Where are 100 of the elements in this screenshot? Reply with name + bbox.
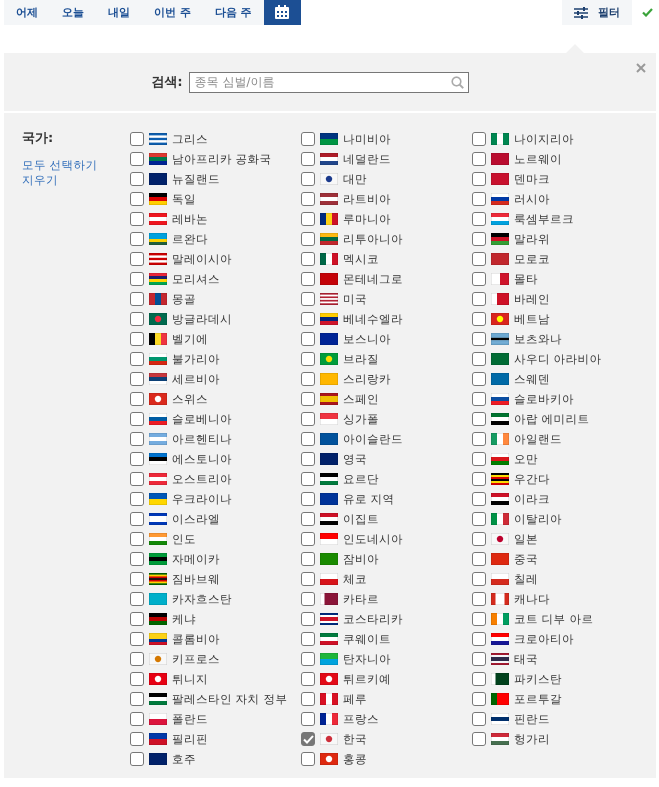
checkbox[interactable] <box>301 332 315 346</box>
checkbox[interactable] <box>130 512 144 526</box>
checkbox[interactable] <box>472 232 486 246</box>
checkbox[interactable] <box>472 372 486 386</box>
checkbox[interactable] <box>472 132 486 146</box>
checkbox[interactable] <box>301 252 315 266</box>
checkbox[interactable] <box>301 232 315 246</box>
checkbox[interactable] <box>130 532 144 546</box>
checkbox[interactable] <box>130 152 144 166</box>
calendar-tab[interactable] <box>264 0 301 25</box>
checkbox[interactable] <box>130 552 144 566</box>
date-tab[interactable]: 내일 <box>96 0 142 25</box>
checkbox[interactable] <box>130 632 144 646</box>
checkbox[interactable] <box>301 512 315 526</box>
checkbox[interactable] <box>472 512 486 526</box>
date-tab[interactable]: 오늘 <box>50 0 96 25</box>
checkbox[interactable] <box>301 552 315 566</box>
checkbox[interactable] <box>472 732 486 746</box>
date-tab[interactable]: 이번 주 <box>142 0 203 25</box>
checkbox[interactable] <box>301 492 315 506</box>
checkbox[interactable] <box>130 352 144 366</box>
checkbox[interactable] <box>472 712 486 726</box>
filter-button[interactable]: 필터 <box>562 0 632 25</box>
checkbox[interactable] <box>130 372 144 386</box>
checkbox[interactable] <box>130 132 144 146</box>
checkbox[interactable] <box>301 192 315 206</box>
checkbox[interactable] <box>472 672 486 686</box>
checkbox[interactable] <box>472 172 486 186</box>
checkbox[interactable] <box>130 432 144 446</box>
checkbox[interactable] <box>472 692 486 706</box>
checkbox[interactable] <box>301 652 315 666</box>
checkbox[interactable] <box>472 152 486 166</box>
checkbox[interactable] <box>301 412 315 426</box>
checkbox[interactable] <box>472 352 486 366</box>
checkbox[interactable] <box>301 592 315 606</box>
checkbox[interactable] <box>130 332 144 346</box>
checkbox[interactable] <box>130 472 144 486</box>
checkbox[interactable] <box>472 572 486 586</box>
checkbox[interactable] <box>301 472 315 486</box>
checkbox[interactable] <box>472 332 486 346</box>
checkbox[interactable] <box>130 212 144 226</box>
checkbox[interactable] <box>472 492 486 506</box>
checkbox[interactable] <box>130 412 144 426</box>
checkbox[interactable] <box>130 592 144 606</box>
checkbox[interactable] <box>301 392 315 406</box>
checkbox[interactable] <box>472 432 486 446</box>
checkbox[interactable] <box>301 612 315 626</box>
checkbox[interactable] <box>472 392 486 406</box>
checkbox[interactable] <box>130 712 144 726</box>
checkbox[interactable] <box>130 272 144 286</box>
checkbox[interactable] <box>301 152 315 166</box>
checkbox[interactable] <box>472 272 486 286</box>
checkbox[interactable] <box>472 412 486 426</box>
checkbox[interactable] <box>301 732 315 746</box>
checkbox[interactable] <box>130 752 144 766</box>
checkbox[interactable] <box>301 752 315 766</box>
checkbox[interactable] <box>301 532 315 546</box>
checkbox[interactable] <box>130 692 144 706</box>
checkbox[interactable] <box>472 252 486 266</box>
checkbox[interactable] <box>130 612 144 626</box>
checkbox[interactable] <box>130 452 144 466</box>
checkbox[interactable] <box>130 672 144 686</box>
checkbox[interactable] <box>472 612 486 626</box>
checkbox[interactable] <box>301 672 315 686</box>
filter-link[interactable]: 지우기 <box>22 173 58 188</box>
checkbox[interactable] <box>301 692 315 706</box>
date-tab[interactable]: 어제 <box>4 0 50 25</box>
checkbox[interactable] <box>301 172 315 186</box>
close-icon[interactable] <box>636 63 646 73</box>
date-tab[interactable]: 다음 주 <box>202 0 264 25</box>
checkbox[interactable] <box>130 652 144 666</box>
checkbox[interactable] <box>301 712 315 726</box>
checkbox[interactable] <box>301 312 315 326</box>
checkbox[interactable] <box>472 552 486 566</box>
checkbox[interactable] <box>130 232 144 246</box>
checkbox[interactable] <box>472 592 486 606</box>
checkbox[interactable] <box>472 472 486 486</box>
checkbox[interactable] <box>130 572 144 586</box>
checkbox[interactable] <box>301 272 315 286</box>
checkbox[interactable] <box>472 312 486 326</box>
filter-link[interactable]: 모두 선택하기 <box>22 158 98 173</box>
search-field[interactable]: 종목 심벌/이름 <box>188 72 469 92</box>
checkbox[interactable] <box>130 732 144 746</box>
checkbox[interactable] <box>472 212 486 226</box>
checkbox[interactable] <box>301 572 315 586</box>
checkbox[interactable] <box>130 392 144 406</box>
checkbox[interactable] <box>130 312 144 326</box>
checkbox[interactable] <box>130 492 144 506</box>
checkbox[interactable] <box>472 652 486 666</box>
checkbox[interactable] <box>130 192 144 206</box>
checkbox[interactable] <box>472 192 486 206</box>
checkbox[interactable] <box>472 452 486 466</box>
checkbox[interactable] <box>301 212 315 226</box>
checkbox[interactable] <box>472 532 486 546</box>
checkbox[interactable] <box>301 632 315 646</box>
checkbox[interactable] <box>301 372 315 386</box>
checkbox[interactable] <box>301 432 315 446</box>
checkbox[interactable] <box>130 292 144 306</box>
checkbox[interactable] <box>130 172 144 186</box>
checkbox[interactable] <box>301 352 315 366</box>
